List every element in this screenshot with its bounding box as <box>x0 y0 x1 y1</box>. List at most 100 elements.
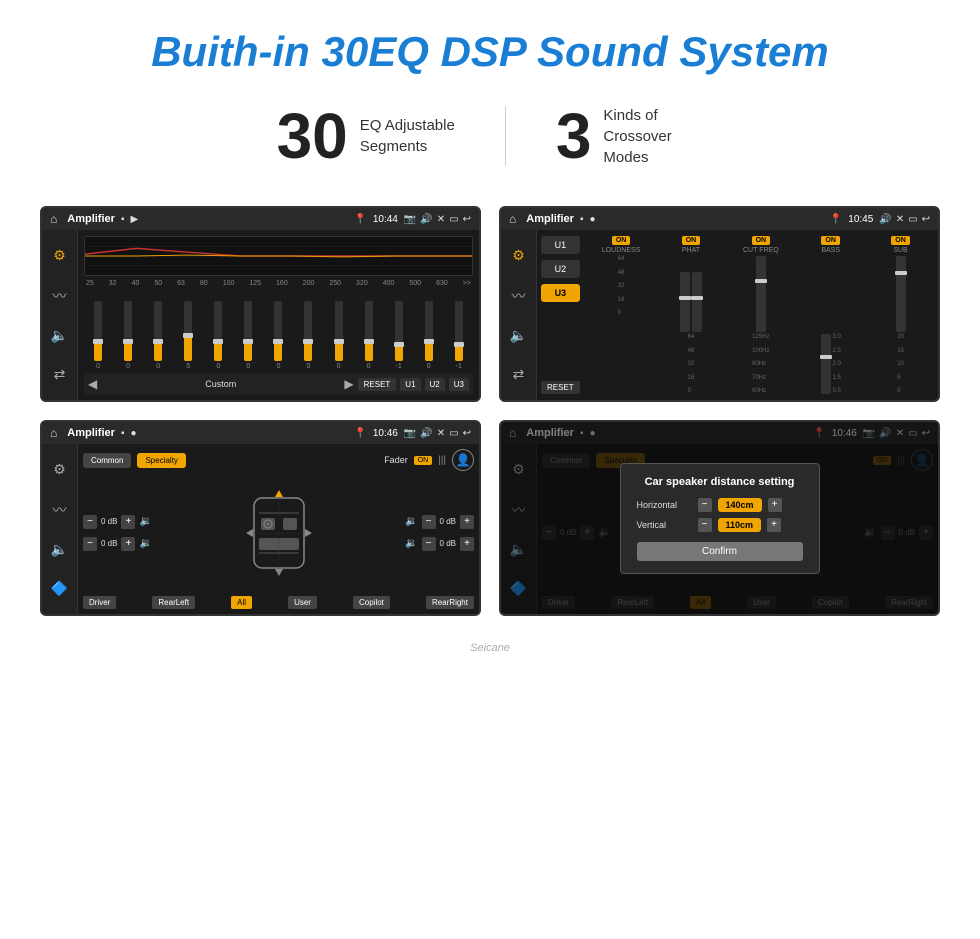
arrow-sidebar-icon-2[interactable]: ⇄ <box>509 362 529 387</box>
screen1-content: ⚙ 〰 🔈 ⇄ <box>42 230 479 400</box>
eq-icon-3: ▪ <box>121 428 125 439</box>
home-icon-2[interactable]: ⌂ <box>509 212 516 226</box>
ch-plus-br[interactable]: + <box>460 537 474 551</box>
screens-grid: ⌂ Amplifier ▪ ▶ 📍 10:44 📷 🔊 ✕ ▭ ↩ ⚙ 〰 🔈 … <box>0 196 980 636</box>
bass-slider1[interactable] <box>821 334 831 394</box>
eq-slider-6[interactable]: 0 <box>274 301 282 370</box>
back-icon-2[interactable]: ↩ <box>922 214 930 225</box>
bt-sb-3[interactable]: 🔷 <box>47 576 72 601</box>
eq-slider-1[interactable]: 0 <box>124 301 132 370</box>
phat-slider2[interactable] <box>692 272 702 332</box>
vertical-value[interactable]: 110cm <box>718 518 762 532</box>
eq-u3-btn[interactable]: U3 <box>449 378 469 391</box>
x-icon-2[interactable]: ✕ <box>896 214 904 225</box>
all-btn[interactable]: All <box>231 596 252 609</box>
preset-u3[interactable]: U3 <box>541 284 580 302</box>
wave-sb-3[interactable]: 〰 <box>49 496 71 524</box>
rearleft-btn[interactable]: RearLeft <box>152 596 195 609</box>
speaker-sb-3[interactable]: 🔈 <box>47 537 72 562</box>
screen-eq: ⌂ Amplifier ▪ ▶ 📍 10:44 📷 🔊 ✕ ▭ ↩ ⚙ 〰 🔈 … <box>40 206 481 402</box>
arrow-sidebar-icon[interactable]: ⇄ <box>50 362 70 387</box>
eq-sb-3[interactable]: ⚙ <box>49 457 70 482</box>
preset-u1[interactable]: U1 <box>541 236 580 254</box>
speaker-sidebar-icon[interactable]: 🔈 <box>47 323 72 348</box>
speaker-icon-3: 🔊 <box>420 428 432 439</box>
copilot-btn[interactable]: Copilot <box>353 596 390 609</box>
confirm-button[interactable]: Confirm <box>637 542 803 561</box>
eq-slider-2[interactable]: 0 <box>154 301 162 370</box>
eq-next-btn[interactable]: ▶ <box>344 377 353 391</box>
speaker-icon-2: 🔊 <box>879 214 891 225</box>
eq-slider-3[interactable]: 5 <box>184 301 192 370</box>
cutfreq-on[interactable]: ON <box>752 236 771 245</box>
ch-plus-bl[interactable]: + <box>121 537 135 551</box>
home-icon-1[interactable]: ⌂ <box>50 212 57 226</box>
ch-minus-br[interactable]: − <box>422 537 436 551</box>
x-icon-3[interactable]: ✕ <box>437 428 445 439</box>
left-controls: − 0 dB + 🔉 − 0 dB + 🔉 <box>83 515 152 551</box>
eq-slider-7[interactable]: 0 <box>304 301 312 370</box>
vertical-plus[interactable]: + <box>767 518 781 532</box>
ch-minus-tl[interactable]: − <box>83 515 97 529</box>
bass-on[interactable]: ON <box>821 236 840 245</box>
screen3-title: Amplifier <box>67 427 115 439</box>
preset-u2[interactable]: U2 <box>541 260 580 278</box>
cutfreq-slider[interactable] <box>756 256 766 332</box>
ch-plus-tr[interactable]: + <box>460 515 474 529</box>
phat-slider[interactable] <box>680 272 690 332</box>
horizontal-value[interactable]: 140cm <box>718 498 762 512</box>
horizontal-minus[interactable]: − <box>698 498 712 512</box>
driver-btn[interactable]: Driver <box>83 596 116 609</box>
eq-slider-11[interactable]: 0 <box>425 301 433 370</box>
home-icon-3[interactable]: ⌂ <box>50 426 57 440</box>
watermark: Seicane <box>0 636 980 664</box>
crossover-reset-btn[interactable]: RESET <box>541 381 580 394</box>
eq-sidebar-icon-2[interactable]: ⚙ <box>508 243 529 268</box>
eq-slider-8[interactable]: 0 <box>335 301 343 370</box>
eq-slider-12[interactable]: -1 <box>455 301 463 370</box>
eq-slider-0[interactable]: 0 <box>94 301 102 370</box>
fader-on[interactable]: ON <box>414 456 433 465</box>
vertical-minus[interactable]: − <box>698 518 712 532</box>
sub-on[interactable]: ON <box>891 236 910 245</box>
wave-sidebar-icon[interactable]: 〰 <box>49 282 71 310</box>
eq-slider-9[interactable]: 0 <box>365 301 373 370</box>
eq-slider-5[interactable]: 0 <box>244 301 252 370</box>
ch-minus-bl[interactable]: − <box>83 537 97 551</box>
screen-icon-2: ▭ <box>908 214 917 225</box>
eq-sidebar-icon[interactable]: ⚙ <box>49 243 70 268</box>
user-btn[interactable]: User <box>288 596 317 609</box>
eq-slider-10[interactable]: -1 <box>395 301 403 370</box>
rearright-btn[interactable]: RearRight <box>426 596 474 609</box>
back-icon-3[interactable]: ↩ <box>463 428 471 439</box>
fader-area: Common Specialty Fader ON ||| 👤 − 0 dB + <box>78 444 479 614</box>
loudness-on[interactable]: ON <box>612 236 631 245</box>
screen1-title: Amplifier <box>67 213 115 225</box>
eq-u1-btn[interactable]: U1 <box>400 378 420 391</box>
back-icon-1[interactable]: ↩ <box>463 214 471 225</box>
wave-sidebar-icon-2[interactable]: 〰 <box>508 282 530 310</box>
eq-u2-btn[interactable]: U2 <box>425 378 445 391</box>
bass-label: BASS <box>821 247 840 254</box>
screen-fader: ⌂ Amplifier ▪ ● 📍 10:46 📷 🔊 ✕ ▭ ↩ ⚙ 〰 🔈 … <box>40 420 481 616</box>
ch-plus-tl[interactable]: + <box>121 515 135 529</box>
phat-label: PHAT <box>682 247 700 254</box>
phat-on[interactable]: ON <box>682 236 701 245</box>
person-icon: 👤 <box>452 449 474 471</box>
horizontal-plus[interactable]: + <box>768 498 782 512</box>
speaker-sidebar-icon-2[interactable]: 🔈 <box>506 323 531 348</box>
eq-prev-btn[interactable]: ◀ <box>88 377 97 391</box>
channel-cutfreq: ON CUT FREQ 125Hz100Hz80Hz70Hz60Hz <box>727 236 794 394</box>
status-bar-1: ⌂ Amplifier ▪ ▶ 📍 10:44 📷 🔊 ✕ ▭ ↩ <box>42 208 479 230</box>
phat-scale: 644832160 <box>688 334 695 394</box>
x-icon-1[interactable]: ✕ <box>437 214 445 225</box>
ch-minus-tr[interactable]: − <box>422 515 436 529</box>
cutfreq-scale: 125Hz100Hz80Hz70Hz60Hz <box>752 334 769 394</box>
specialty-btn[interactable]: Specialty <box>137 453 185 468</box>
eq-slider-4[interactable]: 0 <box>214 301 222 370</box>
vertical-label: Vertical <box>637 520 692 530</box>
sub-slider[interactable] <box>896 256 906 332</box>
status-bar-3: ⌂ Amplifier ▪ ● 📍 10:46 📷 🔊 ✕ ▭ ↩ <box>42 422 479 444</box>
common-btn[interactable]: Common <box>83 453 131 468</box>
eq-reset-btn[interactable]: RESET <box>358 378 397 391</box>
